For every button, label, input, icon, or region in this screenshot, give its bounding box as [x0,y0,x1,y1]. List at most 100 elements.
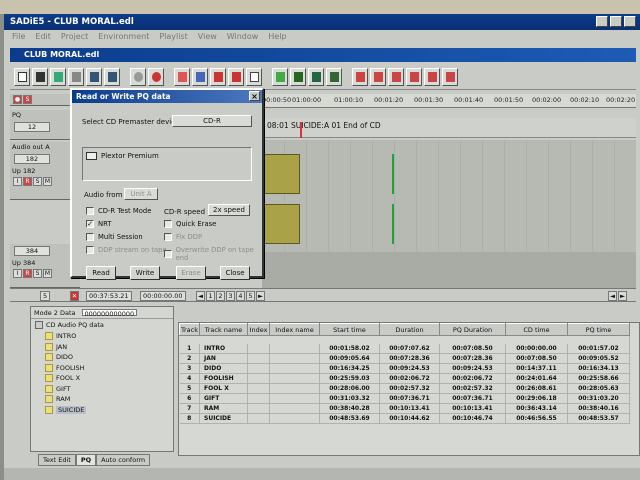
next-page-icon[interactable]: ► [256,291,265,301]
table-cell[interactable]: 00:02:57.32 [379,383,440,394]
table-cell[interactable]: 00:38:40.16 [567,403,630,414]
page-4[interactable]: 4 [236,291,245,301]
minimize-button[interactable] [596,16,608,27]
record-arm-button[interactable]: ● [13,95,22,104]
col-duration[interactable]: Duration [379,323,440,336]
folder-icon[interactable] [272,67,288,86]
fade-icon-1[interactable] [352,67,368,86]
new-icon[interactable] [14,67,30,86]
option-nrt[interactable]: ✓ NRT [86,220,111,228]
table-cell[interactable] [247,413,270,424]
menu-playlist[interactable]: Playlist [159,32,187,42]
table-cell[interactable]: 00:00:00.00 [505,343,568,354]
checkbox[interactable] [86,207,94,215]
table-cell[interactable] [247,363,270,374]
palette-icon[interactable] [174,67,190,86]
table-cell[interactable]: 00:07:08.50 [505,353,568,364]
redo-icon[interactable] [104,67,120,86]
tree-item[interactable]: FOOLISH [45,363,169,374]
edit-icon[interactable] [68,67,84,86]
table-cell[interactable] [269,403,320,414]
audio-clip[interactable] [262,204,300,244]
close-button[interactable]: Close [220,266,250,280]
table-cell[interactable] [247,393,270,404]
fade-icon-5[interactable] [424,67,440,86]
track-number[interactable]: 12 [14,122,50,132]
table-cell[interactable]: 00:26:08.61 [505,383,568,394]
table-cell[interactable]: 00:29:06.18 [505,393,568,404]
table-row[interactable]: 4 FOOLISH 00:25:59.03 00:02:06.72 00:02:06.7… [179,373,630,384]
table-cell[interactable] [269,373,320,384]
table-cell[interactable]: 00:25:58.66 [567,373,630,384]
menu-window[interactable]: Window [227,32,259,42]
table-cell[interactable]: JAN [199,353,248,364]
record-icon[interactable] [148,67,164,86]
waveform-icon[interactable] [50,67,66,86]
undo-icon[interactable] [86,67,102,86]
table-cell[interactable] [247,403,270,414]
tools-icon[interactable] [192,67,208,86]
tree-item[interactable]: FOOL X [45,373,169,384]
table-cell[interactable]: 00:28:06.00 [319,383,380,394]
table-cell[interactable] [247,383,270,394]
tab-auto-conform[interactable]: Auto conform [96,454,151,466]
menu-edit[interactable]: Edit [35,32,51,42]
fade-icon-4[interactable] [406,67,422,86]
table-cell[interactable]: 00:38:40.28 [319,403,380,414]
disk-icon[interactable] [290,67,306,86]
table-cell[interactable]: 00:28:05.63 [567,383,630,394]
record-button[interactable]: R [23,269,32,278]
track-number[interactable]: 182 [14,154,50,164]
table-cell[interactable]: 00:48:53.57 [567,413,630,424]
table-cell[interactable]: 3 [179,363,200,374]
table-cell[interactable]: 00:16:34.25 [319,363,380,374]
table-cell[interactable]: 00:01:58.02 [319,343,380,354]
tree-root[interactable]: CD Audio PQ data [35,321,169,329]
menu-view[interactable]: View [198,32,217,42]
table-cell[interactable]: INTRO [199,343,248,354]
input-button[interactable]: I [13,177,22,186]
device-list[interactable]: Plextor Premium [82,147,252,181]
table-cell[interactable]: 00:07:36.71 [439,393,506,404]
audio-from-select[interactable]: Unit A [124,188,158,200]
timeline-ruler[interactable]: 00:00:50 01:00:00 01:00:10 00:01:20 00:0… [262,94,636,108]
table-cell[interactable] [269,363,320,374]
table-cell[interactable]: 00:02:06.72 [379,373,440,384]
table-row[interactable]: 3 DIDO 00:16:34.25 00:09:24.53 00:09:24.53 00… [179,363,630,374]
table-cell[interactable]: 1 [179,343,200,354]
table-row[interactable]: 8 SUICIDE 00:48:53.69 00:10:44.62 00:10:46.7… [179,413,630,424]
table-cell[interactable]: SUICIDE [199,413,248,424]
table-cell[interactable]: 00:46:56.55 [505,413,568,424]
table-cell[interactable]: 00:14:37.11 [505,363,568,374]
tab-pq[interactable]: PQ [75,454,97,466]
solo-button[interactable]: S [33,269,42,278]
table-row[interactable]: 2 JAN 00:09:05.64 00:07:28.36 00:07:28.36 00:… [179,353,630,364]
fade-icon-2[interactable] [370,67,386,86]
page-2[interactable]: 2 [216,291,225,301]
mode-field[interactable]: 000000000000 [81,309,138,318]
stop-icon[interactable]: ✕ [70,291,79,301]
col-start-time[interactable]: Start time [319,323,380,336]
table-cell[interactable]: 00:31:03.32 [319,393,380,404]
table-cell[interactable] [269,383,320,394]
table-cell[interactable]: 00:07:36.71 [379,393,440,404]
device-list-item[interactable]: Plextor Premium [86,152,159,160]
col-pq-duration[interactable]: PQ Duration [439,323,506,336]
table-cell[interactable]: 5 [179,383,200,394]
table-cell[interactable]: 6 [179,393,200,404]
audio-clip[interactable] [262,154,300,194]
table-cell[interactable]: 00:10:44.62 [379,413,440,424]
track-number[interactable]: 384 [14,246,50,256]
record-button[interactable]: R [23,177,32,186]
col-cd-time[interactable]: CD time [505,323,568,336]
menu-project[interactable]: Project [61,32,88,42]
table-cell[interactable]: 00:09:24.53 [379,363,440,374]
tree-item[interactable]: JAN [45,342,169,353]
table-cell[interactable]: 00:10:13.41 [379,403,440,414]
table-cell[interactable]: 00:09:24.53 [439,363,506,374]
film-icon[interactable] [32,67,48,86]
table-cell[interactable] [269,393,320,404]
write-button[interactable]: Write [130,266,160,280]
option-quick-erase[interactable]: Quick Erase [164,220,216,228]
zoom-out-icon[interactable]: ◄ [608,291,617,301]
